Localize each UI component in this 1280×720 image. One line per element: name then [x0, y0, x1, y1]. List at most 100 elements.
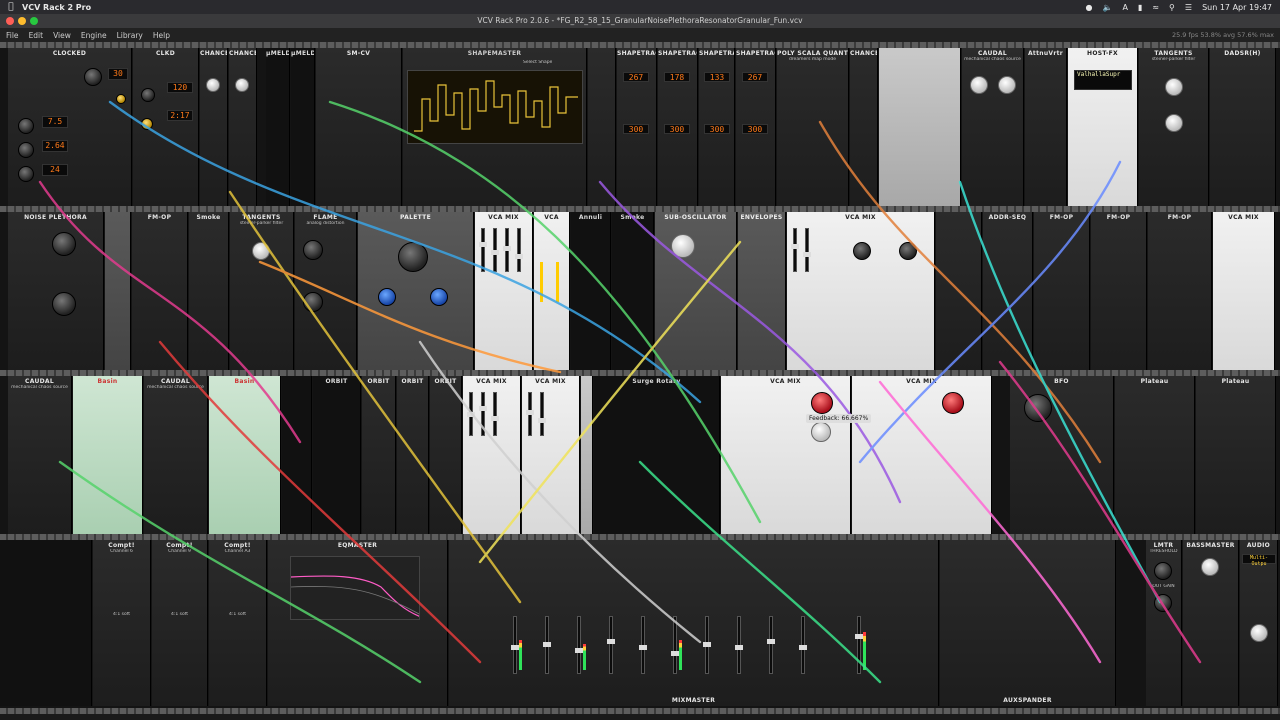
module-fm-op[interactable]: FM-OP	[1148, 212, 1212, 370]
module-comp[interactable]: Compt! Channel 6 4:1 soft	[93, 540, 151, 706]
x-knob[interactable]	[52, 232, 76, 256]
module-shapetracker[interactable]: SHAPETRACKER 267 300	[736, 48, 776, 206]
module-palette[interactable]: PALETTE	[358, 212, 474, 370]
battery-icon[interactable]: ▮	[1138, 3, 1142, 12]
frequency-knob[interactable]	[671, 234, 695, 258]
shape-display[interactable]	[407, 70, 583, 144]
module-fm-op[interactable]: FM-OP	[1091, 212, 1147, 370]
module-caudal[interactable]: CAUDAL mechanical chaos source	[8, 376, 72, 534]
rack-area[interactable]: CLOCKED 30 7.5 2.64 24 CLKD 120 2:17 CHA…	[0, 42, 1280, 714]
module-basin[interactable]: Basin	[73, 376, 143, 534]
tempo-knob[interactable]	[141, 88, 155, 102]
module-addr-seq[interactable]: ADDR-SEQ	[983, 212, 1033, 370]
out-gain-knob[interactable]	[1154, 594, 1172, 612]
module-shapetracker[interactable]: SHAPETRACKER 267 300	[617, 48, 657, 206]
search-icon[interactable]: ⚲	[1169, 3, 1175, 12]
channel-fader[interactable]	[639, 616, 647, 674]
record-icon[interactable]: ●	[1086, 3, 1093, 12]
module-orbit[interactable]: ORBIT	[362, 376, 396, 534]
menubar-datetime[interactable]: Sun 17 Apr 19:47	[1202, 3, 1272, 12]
menu-edit[interactable]: Edit	[29, 31, 44, 40]
module-eqmaster[interactable]: EQMASTER	[268, 540, 448, 706]
module-lmtr[interactable]: LMTR THRESHOLD OUT GAIN	[1146, 540, 1182, 706]
energy-knob[interactable]	[998, 76, 1016, 94]
module-vca-mix[interactable]: VCA MIX	[463, 376, 521, 534]
y-knob[interactable]	[52, 292, 76, 316]
module-mixmaster[interactable]: MIXMASTER	[449, 540, 939, 706]
menu-help[interactable]: Help	[153, 31, 170, 40]
module-caudal[interactable]: CAUDAL mechanical chaos source	[144, 376, 208, 534]
master-fader[interactable]	[855, 616, 863, 674]
module-dadsr[interactable]: DADSR(H)	[1210, 48, 1276, 206]
harmonics-knob[interactable]	[378, 288, 396, 306]
zoom-icon[interactable]	[30, 17, 38, 25]
module-mixer-strip[interactable]	[879, 48, 961, 206]
channel-fader[interactable]	[607, 616, 615, 674]
ratio-mode[interactable]: 4:1 soft	[209, 612, 266, 617]
menu-engine[interactable]: Engine	[81, 31, 107, 40]
chance-knob[interactable]	[206, 78, 220, 92]
module-noise-plethora[interactable]: NOISE PLETHORA	[8, 212, 104, 370]
module-auxspander[interactable]: AUXSPANDER	[940, 540, 1116, 706]
module-blank[interactable]	[0, 540, 92, 706]
resonance-knob[interactable]	[1165, 114, 1183, 132]
module-surge-rotary[interactable]: Surge Rotary	[594, 376, 720, 534]
volume-icon[interactable]: 🔈	[1102, 3, 1112, 12]
channel-fader[interactable]	[543, 616, 551, 674]
level-fader[interactable]	[803, 228, 811, 272]
select-shape-menu[interactable]: Select Shape	[523, 60, 552, 65]
ratio-knob[interactable]	[18, 166, 34, 182]
level-fader[interactable]	[491, 228, 499, 272]
module-vca-mix[interactable]: VCA MIX	[787, 212, 935, 370]
module-shapetracker[interactable]: SHAPETRACKER 133 300	[699, 48, 735, 206]
level-fader[interactable]	[491, 392, 499, 436]
module-sm-cv[interactable]: SM-CV	[316, 48, 402, 206]
module-audio[interactable]: AUDIO Multi-Outpu	[1240, 540, 1278, 706]
ratio-mode[interactable]: 4:1 soft	[93, 612, 150, 617]
channel-fader[interactable]	[703, 616, 711, 674]
channel-fader[interactable]	[799, 616, 807, 674]
module-chances[interactable]: CHANCES	[229, 48, 257, 206]
module-comp[interactable]: Compt! Channel 9 4:1 soft	[152, 540, 208, 706]
module-vca[interactable]: VCA	[534, 212, 570, 370]
module-plateau[interactable]: Plateau	[1115, 376, 1195, 534]
feedback-knob[interactable]	[811, 392, 833, 414]
frequency-knob[interactable]	[1024, 394, 1052, 422]
ratio-mode[interactable]: 4:1 soft	[152, 612, 207, 617]
freq-knob[interactable]	[398, 242, 428, 272]
menu-file[interactable]: File	[6, 31, 19, 40]
timbre-knob[interactable]	[430, 288, 448, 306]
close-icon[interactable]	[6, 17, 14, 25]
module-flame[interactable]: FLAME analog distortion	[295, 212, 357, 370]
structure-knob[interactable]	[899, 242, 917, 260]
eq-display[interactable]	[290, 556, 420, 620]
module-bfo[interactable]: BFO	[1010, 376, 1114, 534]
module-smoke[interactable]: Smoke	[612, 212, 654, 370]
module-orbit[interactable]: ORBIT	[430, 376, 462, 534]
module-fm-op[interactable]: FM-OP	[1034, 212, 1090, 370]
channel-fader[interactable]	[511, 616, 519, 674]
ratio-knob[interactable]	[141, 118, 153, 130]
menu-library[interactable]: Library	[117, 31, 143, 40]
module-fm-op[interactable]: FM-OP	[132, 212, 188, 370]
module-tangents[interactable]: TANGENTS steiner-parker filter	[230, 212, 294, 370]
module-annuli[interactable]: Annuli	[571, 212, 611, 370]
module-chances[interactable]: CHANCES	[200, 48, 228, 206]
level-fader[interactable]	[538, 392, 546, 436]
module-basin[interactable]: Basin	[209, 376, 281, 534]
level-fader[interactable]	[479, 228, 487, 272]
channel-fader[interactable]	[575, 616, 583, 674]
module-umeld[interactable]: μMELD	[291, 48, 315, 206]
level-fader[interactable]	[479, 392, 487, 436]
level-knob[interactable]	[1250, 624, 1268, 642]
module-expander[interactable]	[588, 48, 616, 206]
module-vca-mix[interactable]: VCA MIX	[522, 376, 580, 534]
module-clkd[interactable]: CLKD 120 2:17	[133, 48, 199, 206]
module-blank[interactable]	[282, 376, 312, 534]
swing-knob[interactable]	[116, 94, 126, 104]
frequency-knob[interactable]	[853, 242, 871, 260]
feedback-amount-knob[interactable]	[811, 422, 831, 442]
module-tangents[interactable]: TANGENTS steiner-parker filter	[1139, 48, 1209, 206]
minimize-icon[interactable]	[18, 17, 26, 25]
chance-knob[interactable]	[235, 78, 249, 92]
